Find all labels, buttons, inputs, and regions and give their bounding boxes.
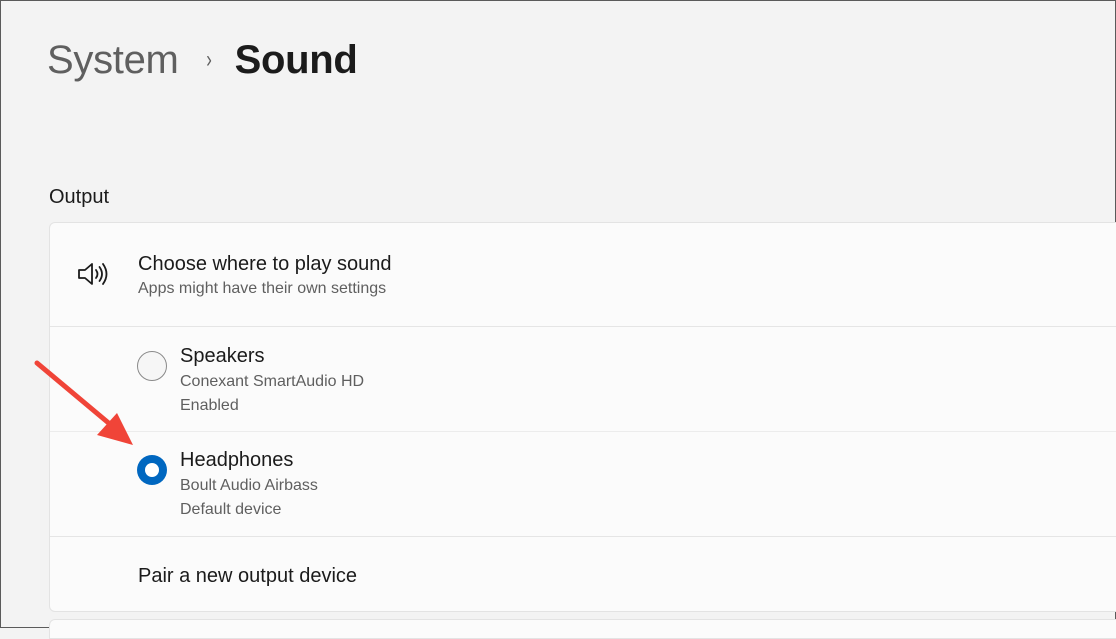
device-status: Default device xyxy=(180,501,282,518)
choose-output-title: Choose where to play sound xyxy=(138,253,392,275)
choose-output-subtitle: Apps might have their own settings xyxy=(138,280,387,297)
device-option-headphones[interactable]: Headphones Boult Audio Airbass Default d… xyxy=(50,431,1116,537)
device-name: Headphones xyxy=(180,449,294,471)
output-card: Choose where to play sound Apps might ha… xyxy=(49,222,1116,612)
headphones-radio-button[interactable] xyxy=(137,455,167,485)
pair-device-label: Pair a new output device xyxy=(138,565,358,587)
next-settings-card xyxy=(49,619,1116,639)
speakers-radio-button[interactable] xyxy=(137,351,167,381)
device-status: Enabled xyxy=(180,397,239,414)
breadcrumb: System › Sound xyxy=(47,35,358,85)
breadcrumb-system-link[interactable]: System xyxy=(47,38,179,83)
device-name: Speakers xyxy=(180,345,265,367)
pair-new-output-device-button[interactable]: Pair a new output device xyxy=(50,537,1116,611)
device-driver: Boult Audio Airbass xyxy=(180,477,318,494)
device-option-speakers[interactable]: Speakers Conexant SmartAudio HD Enabled xyxy=(50,327,1116,432)
chevron-right-icon: › xyxy=(205,46,212,73)
choose-output-header[interactable]: Choose where to play sound Apps might ha… xyxy=(50,223,1116,327)
output-section-title: Output xyxy=(49,186,110,208)
speaker-icon xyxy=(78,263,108,285)
device-driver: Conexant SmartAudio HD xyxy=(180,373,365,390)
page-title: Sound xyxy=(234,37,358,82)
